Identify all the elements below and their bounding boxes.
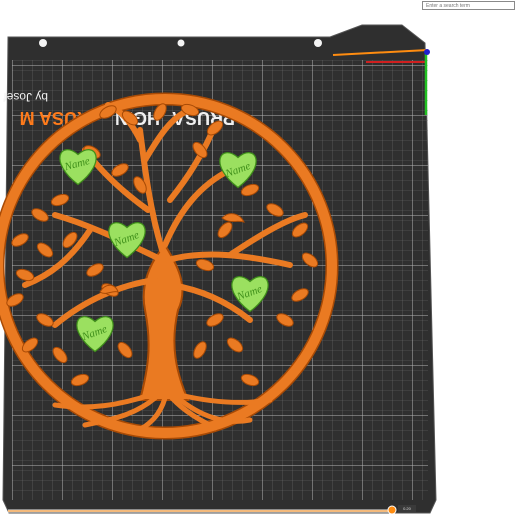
search-input[interactable] (422, 1, 515, 10)
slicer-window: RUSA M PRUSA HGIN by Josef Name Name Nam… (0, 0, 516, 516)
slider-thumb[interactable] (387, 505, 397, 515)
3d-viewport[interactable]: RUSA M PRUSA HGIN by Josef Name Name Nam… (0, 0, 516, 516)
bed-hole-right (314, 39, 322, 47)
bed-author-text: by Josef (3, 90, 48, 104)
slider-value-label: 0.20 (398, 505, 416, 512)
bed-hole-mid (177, 39, 185, 47)
axis-z-handle[interactable] (424, 49, 430, 55)
bed-hole-left (39, 39, 47, 47)
